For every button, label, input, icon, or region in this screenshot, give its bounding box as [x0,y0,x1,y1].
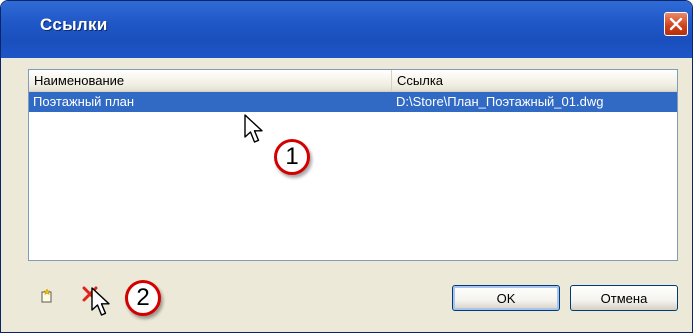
new-item-icon[interactable] [39,288,55,309]
cancel-button[interactable]: Отмена [570,285,678,311]
ok-button[interactable]: OK [452,285,560,311]
title-bar[interactable]: Ссылки [1,1,692,58]
callout-2: 2 [125,280,161,316]
mouse-pointer-icon [90,286,116,325]
column-header-link[interactable]: Ссылка [392,70,678,91]
row-name-cell: Поэтажный план [33,94,135,109]
callout-1: 1 [274,139,310,175]
column-header-name[interactable]: Наименование [29,70,392,91]
links-dialog: Ссылки Наименование Ссылка Поэтажный пла… [0,0,693,333]
dialog-title: Ссылки [40,15,108,34]
links-list[interactable]: Наименование Ссылка Поэтажный план D:\St… [28,69,678,261]
mouse-pointer-icon [243,113,269,152]
list-header: Наименование Ссылка [29,70,677,92]
list-row-selected[interactable]: Поэтажный план D:\Store\План_Поэтажный_0… [29,92,677,112]
close-icon [669,17,683,31]
close-button[interactable] [664,12,688,36]
row-link-cell: D:\Store\План_Поэтажный_01.dwg [396,94,604,109]
